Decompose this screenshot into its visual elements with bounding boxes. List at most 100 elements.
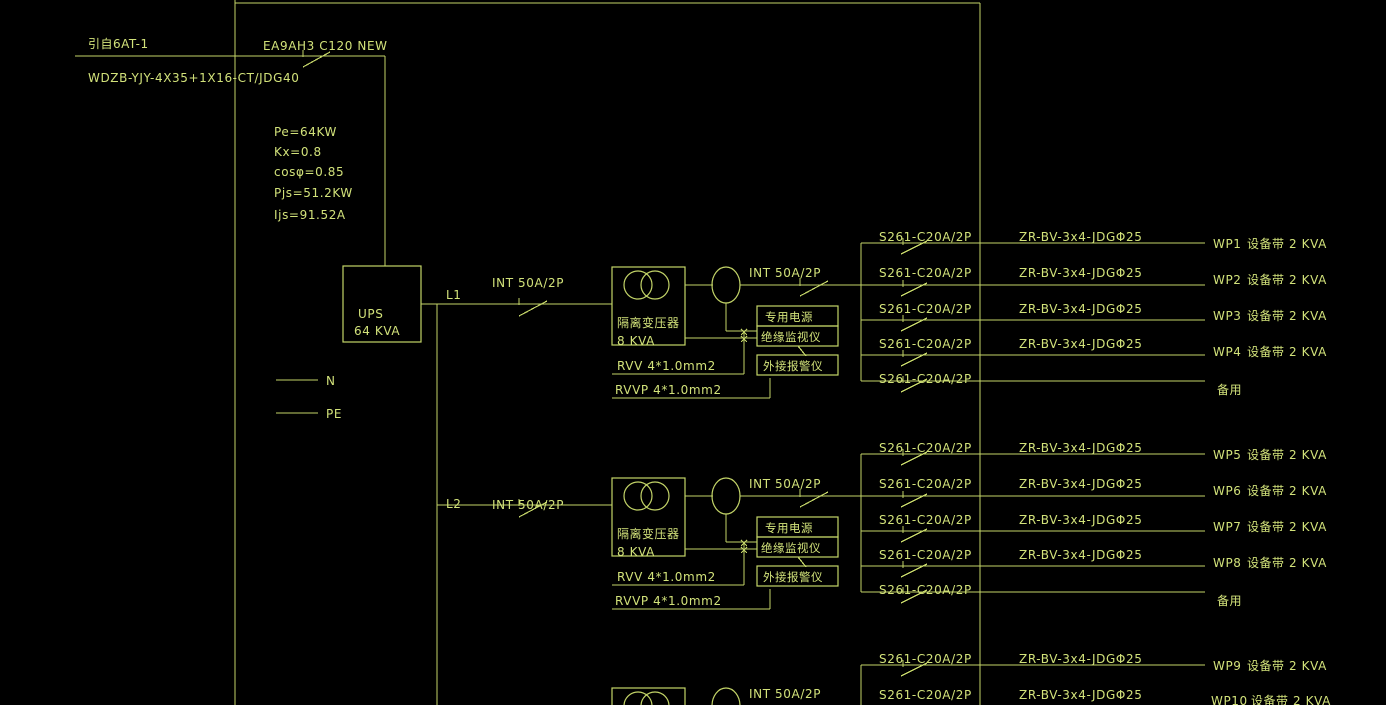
L2-control-cable-2: RVVP 4*1.0mm2 bbox=[615, 594, 722, 608]
L1-branch-1-load: 设备带 bbox=[1247, 237, 1285, 251]
L2-branch-4-rating: 2 KVA bbox=[1289, 556, 1327, 570]
L2-branch-4-circuit: WP8 bbox=[1213, 556, 1242, 570]
L1-branch-4-cable: ZR-BV-3x4-JDGΦ25 bbox=[1019, 337, 1142, 351]
L1-secondary-breaker-label: INT 50A/2P bbox=[749, 266, 821, 280]
L1-branch-3-circuit: WP3 bbox=[1213, 309, 1242, 323]
L1-branch-4-load: 设备带 bbox=[1247, 345, 1285, 359]
L1-branch-1-cable: ZR-BV-3x4-JDGΦ25 bbox=[1019, 230, 1142, 244]
group-3-partial: INT 50A/2P S261-C20A/2P ZR-BV-3x4-JDGΦ25… bbox=[611, 652, 1331, 705]
L2-current-transformer bbox=[711, 477, 741, 515]
main-breaker-blade bbox=[302, 51, 331, 68]
L2-transformer-name: 隔离变压器 bbox=[617, 526, 680, 541]
group-L2: L2 INT 50A/2P 隔离变压器 8 KVA INT 50A/2P 专用电… bbox=[437, 441, 1327, 610]
G3-branch-1-breaker: S261-C20A/2P bbox=[879, 652, 972, 666]
main-breaker-label: EA9AH3 C120 NEW bbox=[263, 39, 388, 53]
L1-branch-2-breaker: S261-C20A/2P bbox=[879, 266, 972, 280]
G3-branch-1-load: 设备带 bbox=[1247, 659, 1285, 673]
L1-branch-3-breaker: S261-C20A/2P bbox=[879, 302, 972, 316]
G3-secondary-breaker-label: INT 50A/2P bbox=[749, 687, 821, 701]
L1-branch-3-load: 设备带 bbox=[1247, 309, 1285, 323]
L1-feeder-breaker-label: INT 50A/2P bbox=[492, 276, 564, 290]
L2-branch-2-load: 设备带 bbox=[1247, 484, 1285, 498]
G3-branch-2: S261-C20A/2P ZR-BV-3x4-JDGΦ25 WP10 设备带 2… bbox=[879, 688, 1331, 705]
L1-branch-4: S261-C20A/2P ZR-BV-3x4-JDGΦ25 WP4 设备带 2 … bbox=[861, 337, 1327, 367]
L2-branch-3: S261-C20A/2P ZR-BV-3x4-JDGΦ25 WP7 设备带 2 … bbox=[861, 513, 1327, 543]
L1-transformer-rating: 8 KVA bbox=[617, 334, 655, 348]
legend-block: N PE bbox=[276, 374, 342, 421]
L1-transformer-coil-secondary bbox=[640, 270, 670, 300]
param-kx: Kx=0.8 bbox=[274, 145, 322, 159]
L1-branch-4-circuit: WP4 bbox=[1213, 345, 1242, 359]
single-line-diagram-svg: 引自6AT-1 WDZB-YJY-4X35+1X16-CT/JDG40 EA9A… bbox=[75, 0, 1331, 705]
L1-control-cable-2: RVVP 4*1.0mm2 bbox=[615, 383, 722, 397]
L2-control-cable-1: RVV 4*1.0mm2 bbox=[617, 570, 716, 584]
L2-branch-1-circuit: WP5 bbox=[1213, 448, 1242, 462]
L2-branch-3-breaker: S261-C20A/2P bbox=[879, 513, 972, 527]
source-from-label: 引自6AT-1 bbox=[88, 37, 149, 51]
L2-secondary-breaker-label: INT 50A/2P bbox=[749, 477, 821, 491]
G3-current-transformer bbox=[711, 687, 741, 705]
L2-transformer-coil-primary bbox=[623, 481, 653, 511]
L1-monitor-label-insulation: 绝缘监视仪 bbox=[761, 330, 821, 344]
L2-branch-2-cable: ZR-BV-3x4-JDGΦ25 bbox=[1019, 477, 1142, 491]
G3-branch-2-cable: ZR-BV-3x4-JDGΦ25 bbox=[1019, 688, 1142, 702]
L2-monitor-label-insulation: 绝缘监视仪 bbox=[761, 541, 821, 555]
param-pjs: Pjs=51.2KW bbox=[274, 186, 353, 200]
L1-branch-2-cable: ZR-BV-3x4-JDGΦ25 bbox=[1019, 266, 1142, 280]
param-pe: Pe=64KW bbox=[274, 125, 337, 139]
L1-feeder-breaker-blade bbox=[518, 300, 548, 317]
G3-branch-2-load: 设备带 bbox=[1251, 694, 1289, 705]
L2-branch-5-circuit: 备用 bbox=[1217, 594, 1242, 608]
L2-secondary-breaker-blade bbox=[799, 491, 829, 508]
L2-phase-label: L2 bbox=[446, 497, 462, 511]
G3-branch-2-circuit: WP10 bbox=[1211, 694, 1248, 705]
L2-branch-1-load: 设备带 bbox=[1247, 448, 1285, 462]
L2-branch-4: S261-C20A/2P ZR-BV-3x4-JDGΦ25 WP8 设备带 2 … bbox=[861, 548, 1327, 578]
G3-branch-1: S261-C20A/2P ZR-BV-3x4-JDGΦ25 WP9 设备带 2 … bbox=[861, 652, 1327, 677]
L1-branch-4-breaker: S261-C20A/2P bbox=[879, 337, 972, 351]
L1-monitor-label-power: 专用电源 bbox=[765, 310, 813, 324]
L2-monitor-label-alarm: 外接报警仪 bbox=[763, 570, 823, 584]
G3-branch-2-breaker: S261-C20A/2P bbox=[879, 688, 972, 702]
G3-branch-1-rating: 2 KVA bbox=[1289, 659, 1327, 673]
ups-rating: 64 KVA bbox=[354, 324, 400, 338]
L1-transformer-coil-primary bbox=[623, 270, 653, 300]
L1-branch-2-circuit: WP2 bbox=[1213, 273, 1242, 287]
L2-branch-2-circuit: WP6 bbox=[1213, 484, 1242, 498]
L2-branch-3-rating: 2 KVA bbox=[1289, 520, 1327, 534]
L2-branch-4-cable: ZR-BV-3x4-JDGΦ25 bbox=[1019, 548, 1142, 562]
param-ijs: Ijs=91.52A bbox=[274, 208, 346, 222]
param-cos-phi: cosφ=0.85 bbox=[274, 165, 344, 179]
group-L1: L1 INT 50A/2P 隔离变压器 8 KVA INT 50A/2P 专用电… bbox=[437, 230, 1327, 399]
L1-branch-3: S261-C20A/2P ZR-BV-3x4-JDGΦ25 WP3 设备带 2 … bbox=[861, 302, 1327, 332]
L2-feeder-breaker-label: INT 50A/2P bbox=[492, 498, 564, 512]
L1-branch-3-rating: 2 KVA bbox=[1289, 309, 1327, 323]
L1-control-cable-1: RVV 4*1.0mm2 bbox=[617, 359, 716, 373]
load-parameters-block: Pe=64KW Kx=0.8 cosφ=0.85 Pjs=51.2KW Ijs=… bbox=[274, 125, 353, 222]
L2-branch-4-load: 设备带 bbox=[1247, 556, 1285, 570]
L1-branch-5-breaker: S261-C20A/2P bbox=[879, 372, 972, 386]
incoming-cable-label: WDZB-YJY-4X35+1X16-CT/JDG40 bbox=[88, 71, 300, 85]
L2-branch-2-breaker: S261-C20A/2P bbox=[879, 477, 972, 491]
L2-monitor-label-power: 专用电源 bbox=[765, 521, 813, 535]
L2-branch-1-breaker: S261-C20A/2P bbox=[879, 441, 972, 455]
ups-name: UPS bbox=[358, 307, 383, 321]
incoming-feeder-group bbox=[75, 0, 981, 705]
L1-transformer-name: 隔离变压器 bbox=[617, 315, 680, 330]
L2-transformer-rating: 8 KVA bbox=[617, 545, 655, 559]
G3-branch-1-cable: ZR-BV-3x4-JDGΦ25 bbox=[1019, 652, 1142, 666]
L1-branch-1-rating: 2 KVA bbox=[1289, 237, 1327, 251]
L2-branch-3-cable: ZR-BV-3x4-JDGΦ25 bbox=[1019, 513, 1142, 527]
L1-secondary-breaker-blade bbox=[799, 280, 829, 297]
cad-drawing-canvas: 引自6AT-1 WDZB-YJY-4X35+1X16-CT/JDG40 EA9A… bbox=[0, 0, 1386, 705]
L1-branch-2-rating: 2 KVA bbox=[1289, 273, 1327, 287]
L2-branch-2: S261-C20A/2P ZR-BV-3x4-JDGΦ25 WP6 设备带 2 … bbox=[861, 477, 1327, 508]
L1-branch-1: S261-C20A/2P ZR-BV-3x4-JDGΦ25 WP1 设备带 2 … bbox=[861, 230, 1327, 255]
L2-branch-3-load: 设备带 bbox=[1247, 520, 1285, 534]
legend-label-pe: PE bbox=[326, 407, 342, 421]
L1-branch-2: S261-C20A/2P ZR-BV-3x4-JDGΦ25 WP2 设备带 2 … bbox=[861, 266, 1327, 297]
L1-current-transformer bbox=[711, 266, 741, 304]
L1-branch-5: S261-C20A/2P 备用 bbox=[861, 372, 1242, 397]
L1-branch-1-circuit: WP1 bbox=[1213, 237, 1242, 251]
L1-branch-2-load: 设备带 bbox=[1247, 273, 1285, 287]
